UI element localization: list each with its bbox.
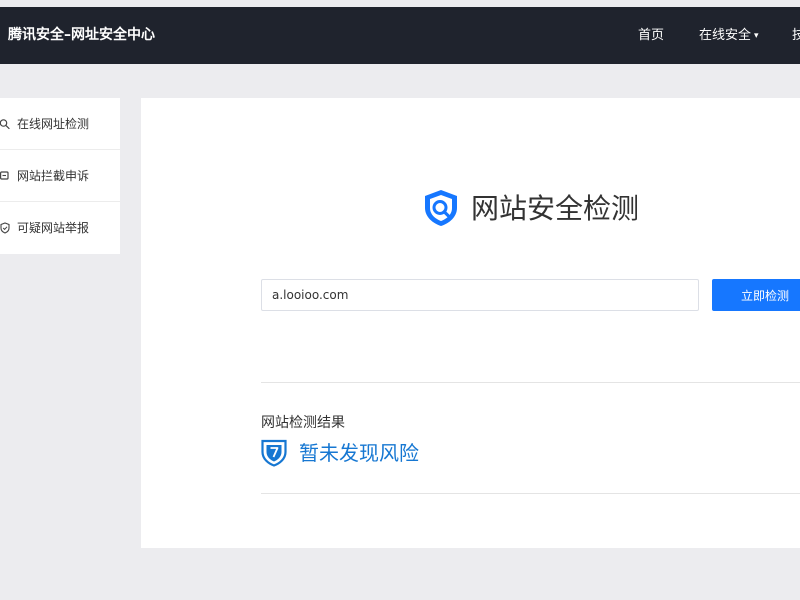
brand-title[interactable]: 腾讯安全–网址安全中心 — [8, 7, 155, 64]
sidebar-item-block-appeal[interactable]: 网站拦截申诉 — [0, 150, 120, 202]
nav-home-label: 首页 — [638, 28, 665, 43]
nav-home-link[interactable]: 首页 — [638, 7, 664, 64]
nav-clipped-link[interactable]: 技 — [792, 7, 800, 64]
url-input[interactable] — [261, 279, 699, 311]
divider — [261, 382, 800, 383]
sidebar-item-label: 可疑网站举报 — [17, 221, 90, 235]
sidebar-item-suspicious-report[interactable]: 可疑网站举报 — [0, 202, 120, 254]
nav-online-security-menu[interactable]: 在线安全 ▾ — [699, 7, 759, 64]
side-menu: 在线网址检测 网站拦截申诉 可疑网站举报 — [0, 98, 120, 254]
nav-clipped-label: 技 — [792, 28, 800, 43]
nav-online-security-label: 在线安全 — [699, 28, 752, 43]
message-icon — [0, 171, 9, 180]
shield-search-icon — [425, 190, 457, 226]
divider — [261, 493, 800, 494]
result-heading: 网站检测结果 — [261, 415, 345, 431]
search-icon — [0, 119, 10, 130]
top-nav-bar: 腾讯安全–网址安全中心 首页 在线安全 ▾ 技 — [0, 7, 800, 64]
page-title: 网站安全检测 — [471, 192, 640, 225]
check-now-button[interactable]: 立即检测 — [712, 279, 800, 311]
sidebar-item-label: 在线网址检测 — [17, 117, 90, 131]
caret-down-icon: ▾ — [754, 31, 759, 41]
safe-shield-icon — [261, 439, 287, 467]
sidebar-item-url-check[interactable]: 在线网址检测 — [0, 98, 120, 150]
main-panel: 网站安全检测 立即检测 网站检测结果 暂未发现风险 — [141, 98, 800, 548]
result-status-text: 暂未发现风险 — [299, 441, 419, 465]
sidebar-item-label: 网站拦截申诉 — [17, 169, 90, 183]
shield-icon — [0, 222, 10, 234]
